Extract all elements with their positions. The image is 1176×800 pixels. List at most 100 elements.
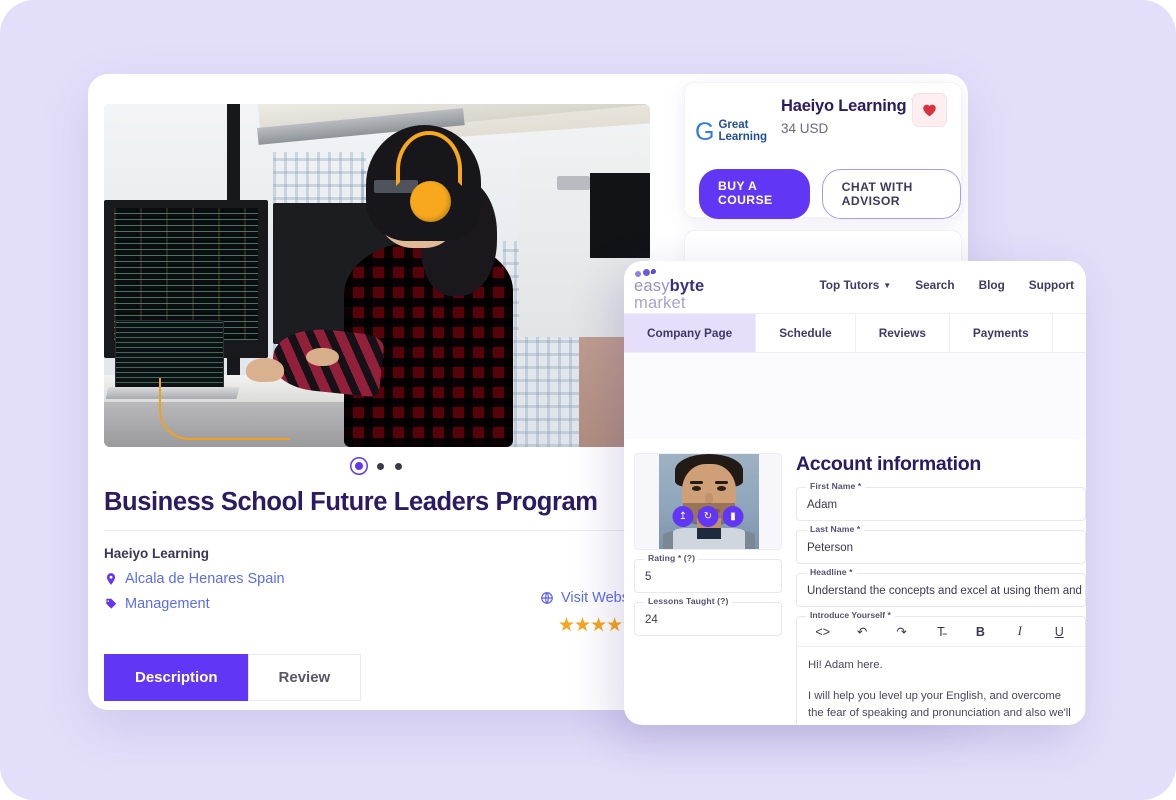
carousel-dot-3[interactable] <box>395 462 402 470</box>
screenshot-canvas: Business School Future Leaders Program H… <box>0 0 1176 800</box>
offer-actions: BUY A COURSE CHAT WITH ADVISOR <box>699 169 961 219</box>
undo-button[interactable]: ↶ <box>842 624 881 639</box>
globe-icon <box>541 592 553 604</box>
course-meta: Haeiyo Learning Alcala de Henares Spain … <box>104 546 524 621</box>
headline-field[interactable]: Headline * Understand the concepts and e… <box>796 567 1086 607</box>
lessons-taught-value: 24 <box>645 614 658 626</box>
tab-filler <box>1053 314 1086 352</box>
rating-field[interactable]: Rating * (?) 5 <box>634 553 782 593</box>
nav-link-blog[interactable]: Blog <box>979 278 1005 292</box>
introduce-yourself-editor[interactable]: Introduce Yourself * <> ↶ ↷ T̵ B I U Hi!… <box>796 610 1086 725</box>
account-form-left-column: ↥ ↻ ▮ Rating * (?) 5 Lessons Taught (?) … <box>634 453 782 725</box>
introduce-yourself-label: Introduce Yourself * <box>806 610 895 620</box>
tab-review[interactable]: Review <box>247 654 362 701</box>
section-title: Account information <box>796 453 981 475</box>
page-title: Business School Future Leaders Program <box>104 488 598 516</box>
clear-format-button[interactable]: T̵ <box>921 625 960 639</box>
editor-paragraph-1: Hi! Adam here. <box>808 659 883 671</box>
last-name-label: Last Name * <box>806 524 865 534</box>
tab-description[interactable]: Description <box>104 654 248 701</box>
avatar-eye-right <box>717 486 726 491</box>
carousel-dot-1[interactable] <box>355 462 363 470</box>
account-form: ↥ ↻ ▮ Rating * (?) 5 Lessons Taught (?) … <box>624 439 1086 725</box>
avatar <box>659 454 759 549</box>
editor-content[interactable]: Hi! Adam here. I will help you level up … <box>797 647 1085 725</box>
person-hand-left <box>245 357 285 382</box>
editor-paragraph-2: I will help you level up your English, a… <box>808 689 1071 726</box>
nav-link-top-tutors[interactable]: Top Tutors ▼ <box>819 278 891 292</box>
editor-toolbar: <> ↶ ↷ T̵ B I U <box>797 617 1085 647</box>
lessons-taught-field[interactable]: Lessons Taught (?) 24 <box>634 596 782 636</box>
offer-title: Haeiyo Learning <box>781 97 907 115</box>
first-name-input[interactable]: Adam <box>797 488 1085 520</box>
tutor-account-panel: easybyte market Top Tutors ▼ Search Blog… <box>624 261 1086 725</box>
rating-value: 5 <box>645 571 652 583</box>
avatar-brow-right <box>715 481 728 485</box>
delete-avatar-button[interactable]: ▮ <box>722 506 744 527</box>
logo-byte: byte <box>669 277 705 295</box>
great-learning-logo: G Great Learning <box>695 115 773 149</box>
code-view-button[interactable]: <> <box>803 625 842 639</box>
offer-price: 34 USD <box>781 121 829 136</box>
great-learning-mark: G <box>695 117 715 146</box>
account-form-right-column: Account information First Name * Adam La… <box>796 453 1086 725</box>
nav-link-support[interactable]: Support <box>1029 278 1074 292</box>
lessons-taught-label: Lessons Taught (?) <box>644 596 733 606</box>
underline-button[interactable]: U <box>1040 625 1079 639</box>
headline-input[interactable]: Understand the concepts and excel at usi… <box>797 574 1085 606</box>
rating-label: Rating * (?) <box>644 553 700 563</box>
gl-line-2: Learning <box>718 131 768 143</box>
great-learning-wordmark: Great Learning <box>718 120 767 143</box>
panel-spacer <box>624 353 1086 439</box>
buy-a-course-button[interactable]: BUY A COURSE <box>699 169 810 219</box>
avatar-uploader[interactable]: ↥ ↻ ▮ <box>634 453 782 550</box>
cable <box>158 378 290 441</box>
logo-line-1: easybyte <box>634 277 720 295</box>
logo-easy: easy <box>634 277 670 295</box>
logo-line-2: market <box>634 294 686 313</box>
location-pin-icon <box>106 573 116 585</box>
course-category[interactable]: Management <box>104 596 524 612</box>
carousel-dot-2[interactable] <box>377 462 384 470</box>
rotate-avatar-button[interactable]: ↻ <box>697 506 719 527</box>
headline-label: Headline * <box>806 567 857 577</box>
person-hand-right <box>306 347 339 367</box>
category-label: Management <box>125 596 210 612</box>
tab-schedule[interactable]: Schedule <box>756 314 856 352</box>
monitor-far <box>589 172 650 259</box>
italic-button[interactable]: I <box>1000 624 1039 639</box>
tag-icon <box>106 598 117 609</box>
nav-link-search[interactable]: Search <box>915 278 954 292</box>
avatar-action-buttons: ↥ ↻ ▮ <box>672 506 744 527</box>
chat-with-advisor-button[interactable]: CHAT WITH ADVISOR <box>821 169 961 219</box>
first-name-label: First Name * <box>806 481 866 491</box>
avatar-collar <box>697 527 721 540</box>
last-name-field[interactable]: Last Name * Peterson <box>796 524 1086 564</box>
tab-reviews[interactable]: Reviews <box>856 314 950 352</box>
location-label: Alcala de Henares Spain <box>125 571 285 587</box>
tab-company-page[interactable]: Company Page <box>624 314 757 352</box>
headphone-cup <box>409 181 451 223</box>
course-hero-image[interactable] <box>104 104 650 447</box>
overlay-tabs[interactable]: Company Page Schedule Reviews Payments <box>624 313 1086 353</box>
favorite-button[interactable] <box>912 93 947 127</box>
carousel-dots[interactable] <box>104 462 650 470</box>
overlay-nav-links: Top Tutors ▼ Search Blog Support <box>819 278 1074 292</box>
overlay-navbar: easybyte market Top Tutors ▼ Search Blog… <box>624 261 1086 313</box>
upload-avatar-button[interactable]: ↥ <box>672 506 694 527</box>
last-name-input[interactable]: Peterson <box>797 531 1085 563</box>
redo-button[interactable]: ↷ <box>882 624 921 639</box>
avatar-eye-left <box>692 486 701 491</box>
logo-dots-icon <box>635 269 720 278</box>
course-tabs[interactable]: Description Review <box>104 654 362 701</box>
chevron-down-icon: ▼ <box>883 280 892 290</box>
first-name-field[interactable]: First Name * Adam <box>796 481 1086 521</box>
course-location[interactable]: Alcala de Henares Spain <box>104 571 524 587</box>
provider-name: Haeiyo Learning <box>104 546 210 561</box>
tab-payments[interactable]: Payments <box>950 314 1053 352</box>
wall-lamp <box>557 176 590 190</box>
easybyte-market-logo[interactable]: easybyte market <box>634 269 720 313</box>
bold-button[interactable]: B <box>961 625 1000 639</box>
heart-icon <box>923 104 936 117</box>
avatar-brow-left <box>690 481 703 485</box>
